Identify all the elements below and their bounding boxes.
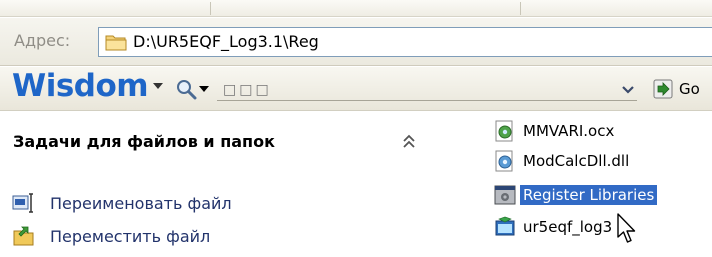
toolbar-separator — [210, 2, 211, 15]
go-arrow-icon — [653, 79, 673, 99]
file-list: MMVARI.ocx ModCalcDll.dll Register Libra… — [488, 112, 712, 257]
brand-menu-arrow-icon[interactable] — [153, 83, 163, 89]
search-icon[interactable] — [175, 78, 197, 100]
go-button-label: Go — [679, 80, 700, 98]
collapse-chevron-icon[interactable] — [398, 132, 420, 152]
address-field[interactable]: D:\UR5EQF_Log3.1\Reg — [98, 27, 712, 57]
task-move-file[interactable]: Переместить файл — [12, 223, 210, 249]
search-input[interactable] — [217, 77, 637, 101]
file-item-register-libraries[interactable]: Register Libraries — [494, 182, 658, 208]
file-item-modcalcdll[interactable]: ModCalcDll.dll — [494, 148, 632, 174]
mouse-pointer-icon — [617, 213, 636, 243]
file-name: MMVARI.ocx — [523, 122, 615, 140]
move-icon — [13, 226, 34, 246]
rename-icon — [12, 193, 33, 213]
application-icon — [495, 216, 515, 236]
address-path: D:\UR5EQF_Log3.1\Reg — [133, 32, 319, 51]
dll-file-icon — [495, 150, 513, 172]
batch-file-icon — [494, 185, 516, 205]
file-name: Register Libraries — [520, 185, 658, 205]
top-toolbar-strip — [0, 0, 712, 17]
wisdom-toolbar: Wisdom Go — [0, 67, 712, 111]
task-rename-file[interactable]: Переименовать файл — [12, 190, 232, 216]
file-name: ur5eqf_log3 — [523, 218, 613, 236]
file-tasks-pane: Задачи для файлов и папок Переименовать … — [0, 112, 472, 257]
toolbar-separator — [520, 2, 521, 15]
folder-icon — [105, 35, 127, 51]
search-type-arrow-icon[interactable] — [199, 86, 209, 92]
file-item-mmvari[interactable]: MMVARI.ocx — [494, 118, 617, 144]
go-button[interactable]: Go — [653, 75, 700, 103]
task-label: Переместить файл — [50, 226, 211, 246]
task-label: Переименовать файл — [50, 193, 232, 213]
activex-file-icon — [495, 120, 513, 142]
task-pane-heading: Задачи для файлов и папок — [13, 132, 275, 151]
wisdom-brand-logo[interactable]: Wisdom — [12, 68, 149, 104]
file-item-ur5eqf-log3[interactable]: ur5eqf_log3 — [494, 214, 615, 240]
address-bar: Адрес: D:\UR5EQF_Log3.1\Reg — [0, 18, 712, 66]
file-name: ModCalcDll.dll — [523, 152, 630, 170]
chevron-down-icon[interactable] — [621, 84, 635, 96]
search-area: Go — [175, 75, 700, 103]
address-label: Адрес: — [14, 31, 71, 50]
